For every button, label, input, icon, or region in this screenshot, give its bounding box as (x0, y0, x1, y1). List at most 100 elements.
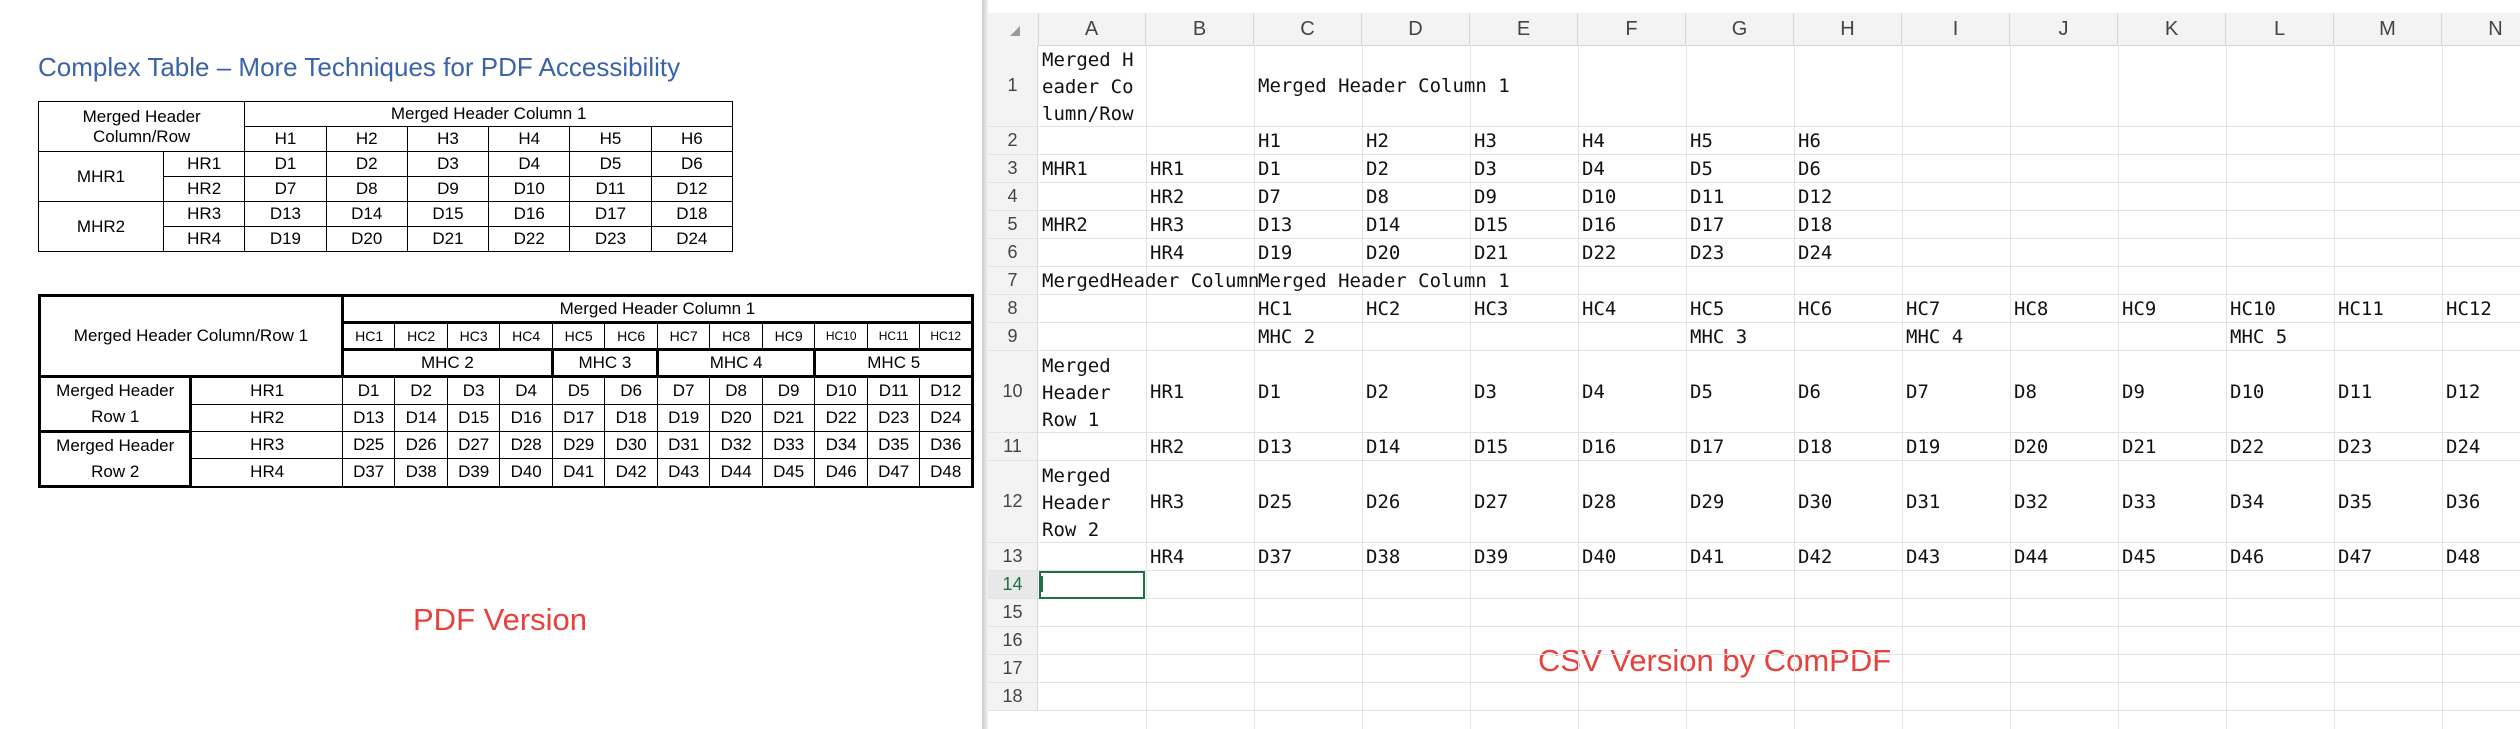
cell-d8[interactable]: HC2 (1362, 295, 1400, 323)
cell-j13[interactable]: D44 (2010, 543, 2048, 571)
cell-i9[interactable]: MHC 4 (1902, 323, 1963, 351)
cell-f2[interactable]: H4 (1578, 127, 1605, 155)
cell-l8[interactable]: HC10 (2226, 295, 2276, 323)
cell-m10[interactable]: D11 (2334, 351, 2372, 433)
cell-e4[interactable]: D9 (1470, 183, 1497, 211)
cell-c2[interactable]: H1 (1254, 127, 1281, 155)
cell-n8[interactable]: HC12 (2442, 295, 2492, 323)
cell-i13[interactable]: D43 (1902, 543, 1940, 571)
cell-a3[interactable]: MHR1 (1038, 155, 1088, 183)
cell-h10[interactable]: D6 (1794, 351, 1821, 433)
column-header-j[interactable]: J (2010, 13, 2118, 45)
cell-a7[interactable]: MergedHeader Column (1038, 267, 1259, 295)
cell-a5[interactable]: MHR2 (1038, 211, 1088, 239)
cell-c10[interactable]: D1 (1254, 351, 1281, 433)
row-header-4[interactable]: 4 (988, 183, 1038, 211)
cell-e8[interactable]: HC3 (1470, 295, 1508, 323)
row-header-3[interactable]: 3 (988, 155, 1038, 183)
cell-m11[interactable]: D23 (2334, 433, 2372, 461)
column-header-e[interactable]: E (1470, 13, 1578, 45)
cell-j11[interactable]: D20 (2010, 433, 2048, 461)
cell-g5[interactable]: D17 (1686, 211, 1724, 239)
cell-h11[interactable]: D18 (1794, 433, 1832, 461)
cell-m13[interactable]: D47 (2334, 543, 2372, 571)
cell-l11[interactable]: D22 (2226, 433, 2264, 461)
row-header-16[interactable]: 16 (988, 627, 1038, 655)
cell-f13[interactable]: D40 (1578, 543, 1616, 571)
cell-d3[interactable]: D2 (1362, 155, 1389, 183)
cell-c9[interactable]: MHC 2 (1254, 323, 1315, 351)
cell-e13[interactable]: D39 (1470, 543, 1508, 571)
cell-c7[interactable]: Merged Header Column 1 (1254, 267, 1510, 295)
cell-c12[interactable]: D25 (1254, 461, 1292, 543)
cell-g10[interactable]: D5 (1686, 351, 1713, 433)
cell-n12[interactable]: D36 (2442, 461, 2480, 543)
column-header-b[interactable]: B (1146, 13, 1254, 45)
cell-f6[interactable]: D22 (1578, 239, 1616, 267)
cell-a10[interactable]: Merged Header Row 1 (1038, 351, 1142, 433)
row-header-7[interactable]: 7 (988, 267, 1038, 295)
cell-h3[interactable]: D6 (1794, 155, 1821, 183)
cell-c5[interactable]: D13 (1254, 211, 1292, 239)
row-header-17[interactable]: 17 (988, 655, 1038, 683)
column-header-g[interactable]: G (1686, 13, 1794, 45)
cell-f3[interactable]: D4 (1578, 155, 1605, 183)
cell-i10[interactable]: D7 (1902, 351, 1929, 433)
column-header-n[interactable]: N (2442, 13, 2520, 45)
row-header-6[interactable]: 6 (988, 239, 1038, 267)
cell-e11[interactable]: D15 (1470, 433, 1508, 461)
cell-g11[interactable]: D17 (1686, 433, 1724, 461)
cell-k8[interactable]: HC9 (2118, 295, 2156, 323)
cell-f12[interactable]: D28 (1578, 461, 1616, 543)
cell-h2[interactable]: H6 (1794, 127, 1821, 155)
cell-c8[interactable]: HC1 (1254, 295, 1292, 323)
cell-g9[interactable]: MHC 3 (1686, 323, 1747, 351)
column-header-c[interactable]: C (1254, 13, 1362, 45)
cell-d10[interactable]: D2 (1362, 351, 1389, 433)
cell-f11[interactable]: D16 (1578, 433, 1616, 461)
cell-e6[interactable]: D21 (1470, 239, 1508, 267)
cell-f4[interactable]: D10 (1578, 183, 1616, 211)
active-cell-cursor[interactable] (1039, 571, 1145, 599)
cell-e10[interactable]: D3 (1470, 351, 1497, 433)
row-header-18[interactable]: 18 (988, 683, 1038, 711)
cell-c4[interactable]: D7 (1254, 183, 1281, 211)
cell-j8[interactable]: HC8 (2010, 295, 2048, 323)
cell-a12[interactable]: Merged Header Row 2 (1038, 461, 1142, 543)
row-header-10[interactable]: 10 (988, 351, 1038, 433)
cell-d13[interactable]: D38 (1362, 543, 1400, 571)
cell-g13[interactable]: D41 (1686, 543, 1724, 571)
cell-l12[interactable]: D34 (2226, 461, 2264, 543)
cell-f5[interactable]: D16 (1578, 211, 1616, 239)
row-header-15[interactable]: 15 (988, 599, 1038, 627)
cell-e2[interactable]: H3 (1470, 127, 1497, 155)
row-header-1[interactable]: 1 (988, 45, 1038, 127)
cell-m12[interactable]: D35 (2334, 461, 2372, 543)
cell-n10[interactable]: D12 (2442, 351, 2480, 433)
cell-k12[interactable]: D33 (2118, 461, 2156, 543)
cell-k13[interactable]: D45 (2118, 543, 2156, 571)
cell-h4[interactable]: D12 (1794, 183, 1832, 211)
cell-h12[interactable]: D30 (1794, 461, 1832, 543)
cell-n11[interactable]: D24 (2442, 433, 2480, 461)
cell-c3[interactable]: D1 (1254, 155, 1281, 183)
column-header-h[interactable]: H (1794, 13, 1902, 45)
cell-e12[interactable]: D27 (1470, 461, 1508, 543)
select-all-corner[interactable] (988, 13, 1039, 46)
cell-c6[interactable]: D19 (1254, 239, 1292, 267)
cell-k10[interactable]: D9 (2118, 351, 2145, 433)
cell-m8[interactable]: HC11 (2334, 295, 2384, 323)
cell-d4[interactable]: D8 (1362, 183, 1389, 211)
column-header-m[interactable]: M (2334, 13, 2442, 45)
cell-d6[interactable]: D20 (1362, 239, 1400, 267)
cell-g6[interactable]: D23 (1686, 239, 1724, 267)
spreadsheet-view[interactable]: CSV Version by ComPDF ABCDEFGHIJKLMN1234… (988, 0, 2520, 729)
row-header-9[interactable]: 9 (988, 323, 1038, 351)
cell-g3[interactable]: D5 (1686, 155, 1713, 183)
column-header-d[interactable]: D (1362, 13, 1470, 45)
cell-h13[interactable]: D42 (1794, 543, 1832, 571)
row-header-8[interactable]: 8 (988, 295, 1038, 323)
column-header-a[interactable]: A (1038, 13, 1146, 45)
row-header-14[interactable]: 14 (988, 571, 1038, 599)
row-header-5[interactable]: 5 (988, 211, 1038, 239)
